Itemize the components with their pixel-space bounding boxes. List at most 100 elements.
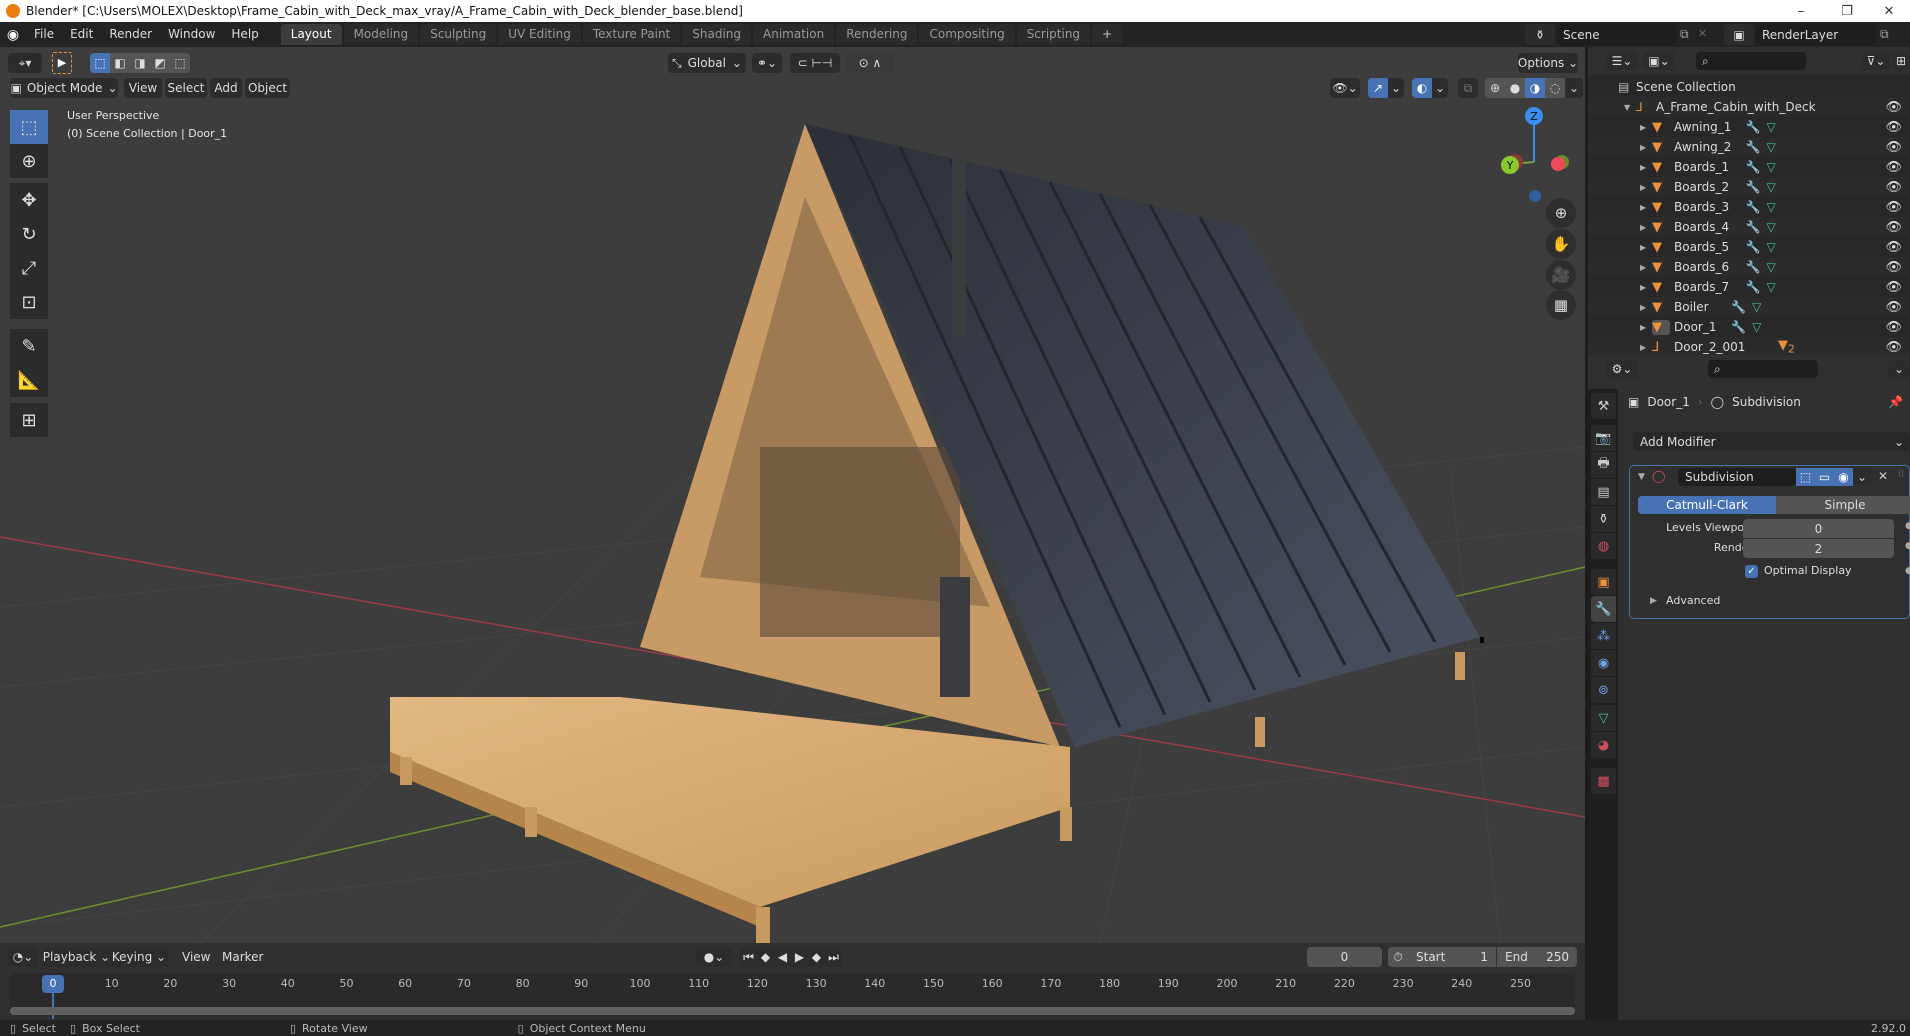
- eye-icon[interactable]: 👁: [1885, 160, 1902, 175]
- mesh-data-icon[interactable]: ▽: [1767, 240, 1776, 254]
- wireframe-shading-icon[interactable]: ⊕: [1485, 78, 1505, 98]
- menu-edit[interactable]: Edit: [62, 22, 101, 47]
- physics-properties-tab[interactable]: ◉: [1591, 650, 1616, 676]
- outliner-item[interactable]: ▶ ▼ Boards_7 🔧 ▽ 👁: [1588, 277, 1910, 297]
- minimize-button[interactable]: –: [1778, 0, 1824, 22]
- camera-view-icon[interactable]: 🎥: [1546, 260, 1576, 290]
- timeline-view-menu[interactable]: View: [182, 950, 210, 964]
- animate-dot-icon[interactable]: ●: [1905, 566, 1910, 576]
- world-properties-tab[interactable]: ◍: [1591, 533, 1616, 559]
- constraints-properties-tab[interactable]: ⊚: [1591, 677, 1616, 703]
- eye-icon[interactable]: 👁: [1885, 200, 1902, 215]
- active-tool-select-icon[interactable]: ▶: [52, 52, 72, 74]
- pivot-point-dropdown[interactable]: ⚭⌄: [752, 53, 782, 73]
- menu-render[interactable]: Render: [101, 22, 160, 47]
- close-window-button[interactable]: ✕: [1866, 0, 1910, 22]
- render-toggle-icon[interactable]: ◉: [1834, 468, 1853, 486]
- properties-options-dropdown[interactable]: ⌄: [1888, 360, 1910, 378]
- modifier-wrench-icon[interactable]: 🔧: [1731, 300, 1746, 314]
- modifier-wrench-icon[interactable]: 🔧: [1746, 280, 1761, 294]
- render-properties-tab[interactable]: 📷: [1591, 425, 1616, 451]
- levels-viewport-field[interactable]: 0: [1743, 519, 1894, 538]
- select-intersect-icon[interactable]: ⬚: [170, 53, 190, 73]
- modifier-wrench-icon[interactable]: 🔧: [1746, 160, 1761, 174]
- menu-help[interactable]: Help: [223, 22, 266, 47]
- child-mesh-icon[interactable]: ▼2: [1778, 338, 1796, 356]
- delete-scene-icon[interactable]: ✕: [1698, 27, 1707, 40]
- mesh-data-icon[interactable]: ▽: [1752, 300, 1761, 314]
- viewport-display-toggle-icon[interactable]: ▭: [1815, 468, 1834, 486]
- eye-icon[interactable]: 👁: [1885, 300, 1902, 315]
- menu-object[interactable]: Object: [245, 78, 290, 98]
- tab-uv-editing[interactable]: UV Editing: [498, 24, 581, 45]
- restore-button[interactable]: ❐: [1824, 0, 1870, 22]
- display-mode-icon[interactable]: ▣⌄: [1643, 52, 1675, 70]
- expand-arrow-icon[interactable]: ▶: [1640, 343, 1652, 352]
- expand-arrow-icon[interactable]: ▶: [1640, 303, 1652, 312]
- start-frame-field[interactable]: Start 1: [1408, 947, 1496, 967]
- outliner-item[interactable]: ▶ ▼ Door_1 🔧 ▽ 👁: [1588, 317, 1910, 337]
- outliner-collection-row[interactable]: ▼ ⅃ A_Frame_Cabin_with_Deck 👁: [1588, 97, 1910, 117]
- overlays-toggle-icon[interactable]: ◐: [1412, 78, 1432, 98]
- outliner-item[interactable]: ▶ ▼ Boards_1 🔧 ▽ 👁: [1588, 157, 1910, 177]
- view-layer-properties-tab[interactable]: ▤: [1591, 479, 1616, 505]
- modifier-wrench-icon[interactable]: 🔧: [1746, 180, 1761, 194]
- snapping-toggle[interactable]: ⊂ ⊢⊣: [790, 53, 840, 73]
- mesh-data-icon[interactable]: ▽: [1767, 260, 1776, 274]
- modifier-wrench-icon[interactable]: 🔧: [1746, 140, 1761, 154]
- jump-end-icon[interactable]: ⏭: [825, 947, 842, 967]
- menu-add[interactable]: Add: [210, 78, 242, 98]
- outliner-search-input[interactable]: ⌕: [1696, 52, 1806, 70]
- eye-icon[interactable]: 👁: [1885, 100, 1902, 115]
- expand-arrow-icon[interactable]: ▶: [1640, 163, 1652, 172]
- properties-search-input[interactable]: ⌕: [1708, 360, 1818, 378]
- move-tool-icon[interactable]: ✥: [10, 183, 48, 217]
- modifier-wrench-icon[interactable]: 🔧: [1746, 220, 1761, 234]
- play-reverse-icon[interactable]: ◀: [774, 947, 791, 967]
- timeline-scrollbar[interactable]: [10, 1007, 1575, 1015]
- play-icon[interactable]: ▶: [791, 947, 808, 967]
- modifier-properties-tab[interactable]: 🔧: [1591, 596, 1616, 622]
- eye-icon[interactable]: 👁: [1885, 180, 1902, 195]
- tab-layout[interactable]: Layout: [280, 24, 342, 45]
- cursor-tool-icon[interactable]: ⊕: [10, 144, 48, 178]
- expand-arrow-icon[interactable]: ▶: [1640, 323, 1652, 332]
- view-layer-field[interactable]: RenderLayer: [1756, 24, 1876, 45]
- tab-shading[interactable]: Shading: [682, 24, 751, 45]
- xray-toggle-icon[interactable]: ⧉: [1458, 78, 1478, 98]
- animate-dot-icon[interactable]: ●: [1905, 521, 1910, 531]
- output-properties-tab[interactable]: 🖶: [1591, 452, 1616, 478]
- tool-properties-tab[interactable]: ⚒: [1591, 393, 1616, 419]
- catmull-clark-option[interactable]: Catmull-Clark: [1638, 496, 1776, 514]
- expand-arrow-icon[interactable]: ▶: [1640, 243, 1652, 252]
- outliner-item[interactable]: ▶ ▼ Boards_3 🔧 ▽ 👁: [1588, 197, 1910, 217]
- outliner-item[interactable]: ▶ ▼ Boards_4 🔧 ▽ 👁: [1588, 217, 1910, 237]
- tab-compositing[interactable]: Compositing: [919, 24, 1015, 45]
- zoom-view-icon[interactable]: ⊕: [1546, 198, 1576, 228]
- select-new-icon[interactable]: ⬚: [90, 53, 110, 73]
- expand-arrow-icon[interactable]: ▶: [1640, 283, 1652, 292]
- 3d-viewport[interactable]: ⌖▾ ▶ ⬚ ◧ ◨ ◩ ⬚ ⤡ Global ⌄ ⚭⌄ ⊂ ⊢⊣ ⊙ ∧ Opti…: [0, 47, 1585, 943]
- expand-arrow-icon[interactable]: ▶: [1640, 123, 1652, 132]
- measure-tool-icon[interactable]: 📐: [10, 363, 48, 397]
- modifier-wrench-icon[interactable]: 🔧: [1746, 260, 1761, 274]
- jump-start-icon[interactable]: ⏮: [740, 947, 757, 967]
- modifier-extras-dropdown[interactable]: ⌄: [1853, 468, 1871, 486]
- properties-editor-type-icon[interactable]: ⚙⌄: [1606, 360, 1638, 378]
- rendered-shading-icon[interactable]: ◌: [1545, 78, 1565, 98]
- rotate-tool-icon[interactable]: ↻: [10, 217, 48, 251]
- select-box-tool-icon[interactable]: ⬚: [10, 110, 48, 144]
- outliner-scene-collection[interactable]: ▤ Scene Collection: [1588, 77, 1910, 97]
- solid-shading-icon[interactable]: ●: [1505, 78, 1525, 98]
- visibility-selectability-icon[interactable]: 👁⌄: [1330, 78, 1360, 98]
- pan-view-icon[interactable]: ✋: [1546, 229, 1576, 259]
- eye-icon[interactable]: 👁: [1885, 320, 1902, 335]
- particles-properties-tab[interactable]: ⁂: [1591, 623, 1616, 649]
- object-properties-tab[interactable]: ▣: [1591, 569, 1616, 595]
- transform-tool-icon[interactable]: ⊡: [10, 285, 48, 319]
- mesh-data-icon[interactable]: ▽: [1767, 140, 1776, 154]
- timeline-editor-type-icon[interactable]: ◔⌄: [8, 947, 38, 967]
- modifier-wrench-icon[interactable]: 🔧: [1746, 120, 1761, 134]
- eye-icon[interactable]: 👁: [1885, 280, 1902, 295]
- eye-icon[interactable]: 👁: [1885, 120, 1902, 135]
